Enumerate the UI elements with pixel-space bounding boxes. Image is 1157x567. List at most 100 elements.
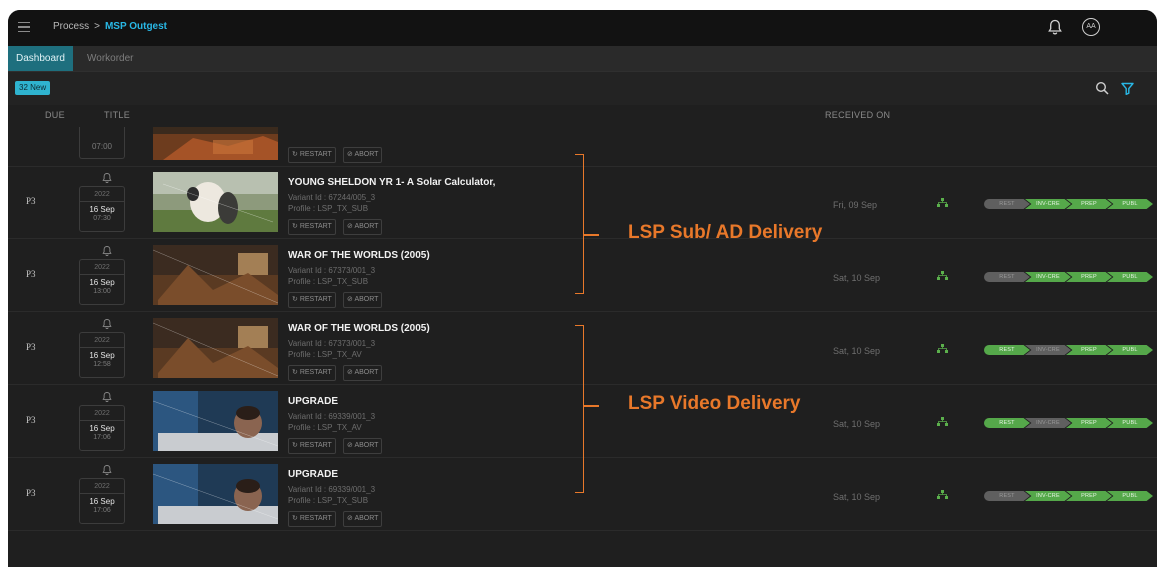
due-year: 2022 [80, 337, 124, 348]
stage-prep[interactable]: PREP [1066, 418, 1112, 428]
thumbnail-image [153, 127, 278, 160]
bell-icon[interactable] [1046, 18, 1064, 36]
stage-publ[interactable]: PUBL [1107, 199, 1153, 209]
thumbnail-image [153, 464, 278, 524]
column-due[interactable]: DUE [45, 110, 65, 120]
stage-inv-cre[interactable]: INV-CRE [1025, 272, 1071, 282]
due-date-box: 2022 16 Sep 12:58 [79, 332, 125, 378]
variant-id: Variant Id : 69339/001_3 [288, 412, 376, 421]
stage-inv-cre[interactable]: INV-CRE [1025, 418, 1071, 428]
variant-id: Variant Id : 69339/001_3 [288, 485, 376, 494]
abort-label: ABORT [354, 515, 379, 522]
due-year: 2022 [80, 410, 124, 421]
network-icon[interactable] [937, 271, 948, 281]
item-title[interactable]: WAR OF THE WORLDS (2005) [288, 250, 430, 261]
reminder-bell-icon[interactable] [101, 464, 113, 476]
stage-prep[interactable]: PREP [1066, 272, 1112, 282]
stage-publ[interactable]: PUBL [1107, 491, 1153, 501]
stage-rest[interactable]: REST [984, 491, 1030, 501]
search-icon[interactable] [1095, 81, 1109, 95]
priority-label: P3 [26, 196, 36, 206]
priority-label: P3 [26, 488, 36, 498]
due-time: 13:00 [93, 288, 111, 295]
stage-publ[interactable]: PUBL [1107, 418, 1153, 428]
thumbnail-image [153, 245, 278, 305]
restart-button[interactable]: ↻ RESTART [288, 292, 336, 308]
abort-button[interactable]: ⊘ ABORT [343, 219, 383, 235]
breadcrumb-separator: > [94, 21, 100, 32]
restart-label: RESTART [299, 151, 332, 158]
profile-name: Profile : LSP_TX_SUB [288, 496, 369, 505]
restart-label: RESTART [299, 223, 332, 230]
item-title[interactable]: YOUNG SHELDON YR 1- A Solar Calculator, [288, 177, 495, 188]
avatar[interactable]: AA [1082, 18, 1100, 36]
stage-publ[interactable]: PUBL [1107, 272, 1153, 282]
filter-icon[interactable] [1121, 82, 1134, 95]
received-date: Sat, 10 Sep [833, 346, 881, 356]
abort-button[interactable]: ⊘ ABORT [343, 292, 383, 308]
tab-workorder[interactable]: Workorder [79, 46, 142, 71]
due-date-box: 2022 16 Sep 17:06 [79, 478, 125, 524]
received-date: Fri, 09 Sep [833, 200, 878, 210]
profile-name: Profile : LSP_TX_SUB [288, 277, 369, 286]
abort-button[interactable]: ⊘ ABORT [343, 511, 383, 527]
breadcrumb-parent[interactable]: Process [53, 21, 89, 32]
stage-rest[interactable]: REST [984, 345, 1030, 355]
stage-publ[interactable]: PUBL [1107, 345, 1153, 355]
due-date-box: 2022 16 Sep 13:00 [79, 259, 125, 305]
restart-button[interactable]: ↻ RESTART [288, 147, 336, 163]
priority-label: P3 [26, 415, 36, 425]
column-title[interactable]: TITLE [104, 110, 130, 120]
variant-id: Variant Id : 67373/001_3 [288, 266, 376, 275]
stage-inv-cre[interactable]: INV-CRE [1025, 491, 1071, 501]
abort-button[interactable]: ⊘ ABORT [343, 147, 383, 163]
restart-label: RESTART [299, 442, 332, 449]
reminder-bell-icon[interactable] [101, 245, 113, 257]
due-date: 16 Sep [89, 205, 115, 214]
due-year: 2022 [80, 191, 124, 202]
reminder-bell-icon[interactable] [101, 172, 113, 184]
column-received-on[interactable]: RECEIVED ON [825, 110, 890, 120]
reminder-bell-icon[interactable] [101, 318, 113, 330]
item-title[interactable]: WAR OF THE WORLDS (2005) [288, 323, 430, 334]
tab-dashboard[interactable]: Dashboard [8, 46, 73, 71]
stage-inv-cre[interactable]: INV-CRE [1025, 199, 1071, 209]
abort-label: ABORT [354, 442, 379, 449]
reminder-bell-icon[interactable] [101, 391, 113, 403]
restart-label: RESTART [299, 296, 332, 303]
bracket-video [575, 325, 584, 493]
restart-button[interactable]: ↻ RESTART [288, 511, 336, 527]
thumbnail-image [153, 172, 278, 232]
new-count-badge[interactable]: 32 New [15, 81, 51, 95]
stage-prep[interactable]: PREP [1066, 199, 1112, 209]
network-icon[interactable] [937, 490, 948, 500]
app-window: Process > MSP Outgest AA Dashboard Workord… [8, 10, 1157, 567]
toolbar: 32 New [8, 71, 1157, 106]
abort-button[interactable]: ⊘ ABORT [343, 438, 383, 454]
received-date: Sat, 10 Sep [833, 419, 881, 429]
item-title[interactable]: UPGRADE [288, 396, 338, 407]
restart-button[interactable]: ↻ RESTART [288, 219, 336, 235]
network-icon[interactable] [937, 198, 948, 208]
restart-button[interactable]: ↻ RESTART [288, 365, 336, 381]
due-year: 2022 [80, 264, 124, 275]
network-icon[interactable] [937, 344, 948, 354]
network-icon[interactable] [937, 417, 948, 427]
stage-prep[interactable]: PREP [1066, 345, 1112, 355]
stage-prep[interactable]: PREP [1066, 491, 1112, 501]
due-time: 07:30 [93, 215, 111, 222]
stage-rest[interactable]: REST [984, 199, 1030, 209]
abort-button[interactable]: ⊘ ABORT [343, 365, 383, 381]
due-date-box: 2022 16 Sep 07:30 [79, 186, 125, 232]
restart-button[interactable]: ↻ RESTART [288, 438, 336, 454]
variant-id: Variant Id : 67244/005_3 [288, 193, 376, 202]
due-date-box: 2022 16 Sep 17:06 [79, 405, 125, 451]
stage-rest[interactable]: REST [984, 418, 1030, 428]
menu-icon[interactable] [18, 22, 30, 33]
due-date: 16 Sep [89, 497, 115, 506]
stage-rest[interactable]: REST [984, 272, 1030, 282]
abort-label: ABORT [354, 296, 379, 303]
top-bar: Process > MSP Outgest AA [8, 10, 1157, 46]
item-title[interactable]: UPGRADE [288, 469, 338, 480]
stage-inv-cre[interactable]: INV-CRE [1025, 345, 1071, 355]
